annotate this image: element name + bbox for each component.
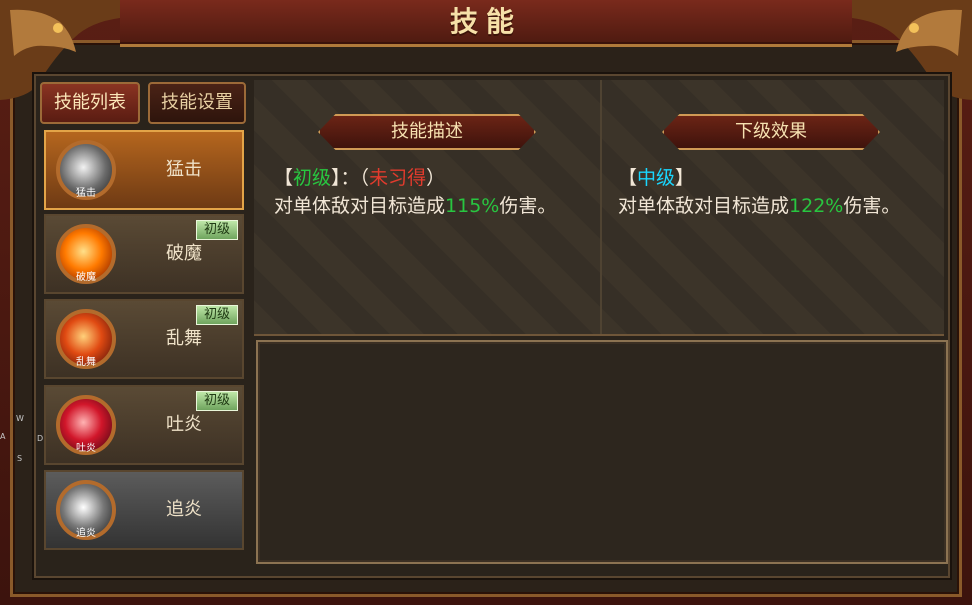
tab-skill-settings[interactable]: 技能设置 xyxy=(148,82,246,124)
skill-icon-label: 追炎 xyxy=(76,528,96,539)
effect-text-suffix: 伤害。 xyxy=(499,195,557,217)
bracket-close: 】 xyxy=(675,167,695,189)
skill-detail-panel xyxy=(256,340,948,564)
section-next-level-effect: 下级效果 xyxy=(662,114,880,150)
status-open: （ xyxy=(359,167,370,189)
skill-item-zhuiyan[interactable]: 追炎 追炎 xyxy=(44,470,244,550)
skill-item-luanwu[interactable]: 乱舞 乱舞 初级 xyxy=(44,299,244,379)
level-badge: 初级 xyxy=(196,391,238,411)
next-level-description: 【中级】 对单体敌对目标造成122%伤害。 xyxy=(618,164,908,220)
effect-value: 115% xyxy=(445,195,500,217)
effect-value: 122% xyxy=(789,195,844,217)
tab-skill-list[interactable]: 技能列表 xyxy=(40,82,140,124)
key-a-label: A xyxy=(0,432,6,441)
bracket-close: 】： xyxy=(331,167,360,189)
current-level-description: 【初级】：（未习得） 对单体敌对目标造成115%伤害。 xyxy=(274,164,564,220)
section-skill-description: 技能描述 xyxy=(318,114,536,150)
skill-item-pomo[interactable]: 破魔 破魔 初级 xyxy=(44,214,244,294)
key-w-label: W xyxy=(16,414,24,423)
level-badge: 初级 xyxy=(196,220,238,240)
key-d-label: D xyxy=(37,434,44,443)
skill-icon-label: 乱舞 xyxy=(76,357,96,368)
effect-text-prefix: 对单体敌对目标造成 xyxy=(618,195,790,217)
bracket-open: 【 xyxy=(274,167,294,189)
skill-name: 追炎 xyxy=(166,499,202,520)
description-divider xyxy=(600,80,602,334)
skill-icon-label: 破魔 xyxy=(76,272,96,283)
status-close: ） xyxy=(426,167,446,189)
next-level-label: 中级 xyxy=(637,167,676,189)
window-title: 技能 xyxy=(449,5,522,38)
learn-status: 未习得 xyxy=(369,167,427,189)
level-badge: 初级 xyxy=(196,305,238,325)
skill-icon-label: 吐炎 xyxy=(76,443,96,454)
skill-item-mengji[interactable]: 猛击 猛击 xyxy=(44,130,244,210)
skill-name: 猛击 xyxy=(166,159,202,180)
effect-text-prefix: 对单体敌对目标造成 xyxy=(274,195,446,217)
key-s-label: S xyxy=(17,454,23,463)
skill-item-tuyan[interactable]: 吐炎 吐炎 初级 xyxy=(44,385,244,465)
skill-icon-label: 猛击 xyxy=(76,188,96,199)
effect-text-suffix: 伤害。 xyxy=(843,195,901,217)
bracket-open: 【 xyxy=(618,167,638,189)
current-level-label: 初级 xyxy=(293,167,332,189)
